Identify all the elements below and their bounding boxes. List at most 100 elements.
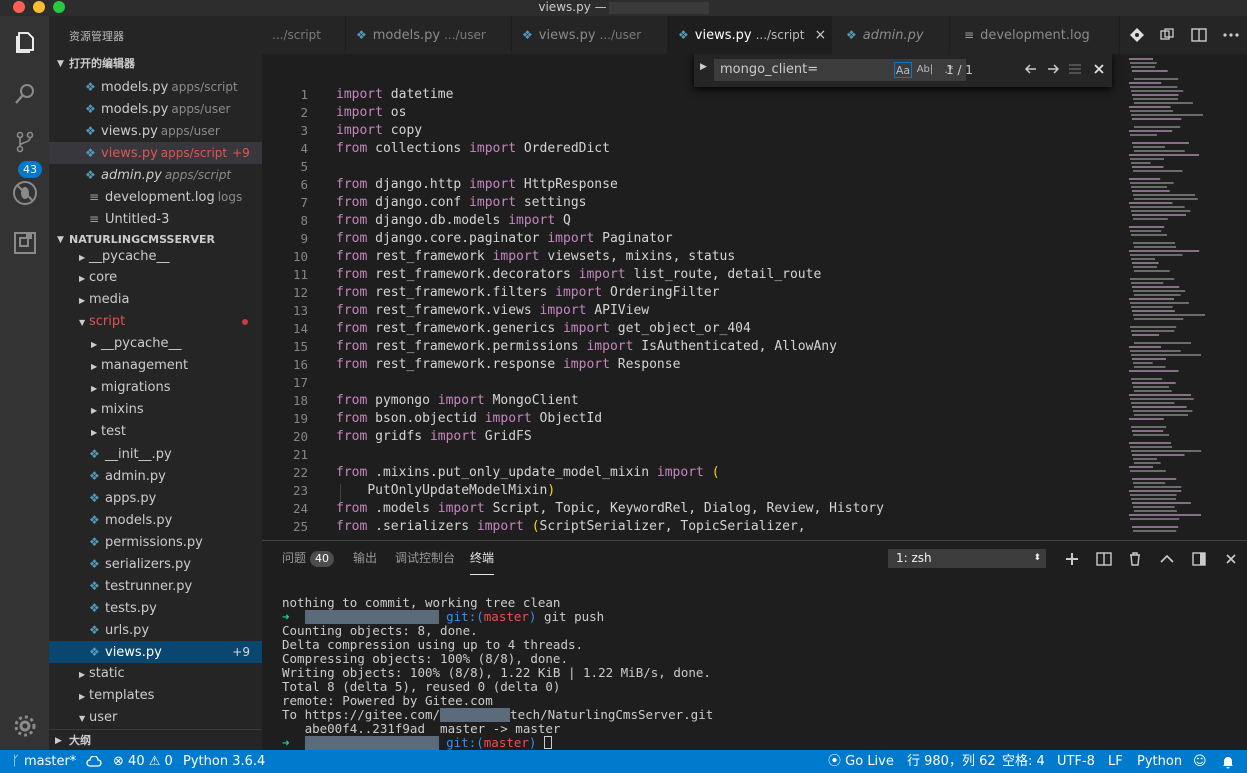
open-changes-icon[interactable]	[1156, 24, 1178, 46]
tree-folder[interactable]: ▼ user	[49, 707, 262, 729]
tab-admin[interactable]: ❖ admin.py	[832, 16, 950, 54]
tab-script[interactable]: .../script	[262, 16, 346, 54]
tree-file[interactable]: ❖ urls.py	[49, 619, 262, 641]
open-editor-item[interactable]: ≡ development.log logs	[49, 186, 262, 208]
tree-folder[interactable]: ▶ core	[49, 267, 262, 289]
close-find-icon[interactable]	[1093, 63, 1105, 79]
minimap-line	[1133, 218, 1168, 220]
tree-folder-script[interactable]: ▼ script	[49, 311, 262, 333]
tree-folder[interactable]: ▶ __pycache__	[49, 246, 262, 268]
minimap-line	[1134, 318, 1184, 320]
language-mode[interactable]: Python	[1137, 750, 1182, 773]
tab-output[interactable]: 输出	[353, 541, 377, 575]
new-terminal-icon[interactable]	[1062, 549, 1082, 569]
encoding[interactable]: UTF-8	[1057, 750, 1095, 773]
tree-folder[interactable]: ▶ management	[49, 355, 262, 377]
debug-icon[interactable]	[0, 171, 49, 215]
activity-bar: 43	[0, 16, 49, 750]
tree-file[interactable]: ❖ permissions.py	[49, 531, 262, 553]
kill-terminal-icon[interactable]	[1125, 549, 1145, 569]
previous-match-icon[interactable]	[1024, 62, 1038, 80]
line-number: 1	[300, 87, 308, 102]
source-control-icon[interactable]	[0, 120, 49, 164]
minimap-line	[1130, 158, 1164, 160]
open-editor-item[interactable]: ❖ views.py apps/user	[49, 120, 262, 142]
match-case-toggle[interactable]: Aa	[894, 62, 912, 78]
split-editor-icon[interactable]	[1188, 24, 1210, 46]
panel-position-icon[interactable]	[1189, 549, 1209, 569]
tree-folder[interactable]: ▶ mixins	[49, 399, 262, 421]
match-word-toggle[interactable]: Ab|	[916, 62, 934, 78]
code-line: from rest_framework.permissions import I…	[336, 339, 837, 354]
split-terminal-icon[interactable]	[1094, 549, 1114, 569]
tab-terminal[interactable]: 终端	[470, 541, 495, 575]
tab-problems[interactable]: 问题 40	[282, 541, 335, 575]
close-tab-icon[interactable]: ×	[815, 27, 827, 43]
open-editor-item[interactable]: ❖ models.py apps/script	[49, 76, 262, 98]
minimap-line	[1131, 450, 1202, 452]
tree-file[interactable]: ❖ models.py	[49, 509, 262, 531]
settings-gear-icon[interactable]	[0, 704, 49, 748]
minimap-line	[1131, 426, 1167, 428]
outline-header[interactable]: ▶ 大纲	[49, 729, 262, 750]
minimap-line	[1129, 466, 1153, 468]
title-bar: views.py —	[0, 0, 1247, 16]
minimap-line	[1132, 118, 1182, 120]
maximize-panel-icon[interactable]	[1157, 549, 1177, 569]
minimap[interactable]	[1125, 54, 1235, 540]
toggle-replace-icon[interactable]: ▶	[700, 62, 707, 72]
tree-folder[interactable]: ▶ test	[49, 421, 262, 443]
tab-development-log[interactable]: ≡ development.log	[950, 16, 1120, 54]
open-editor-item[interactable]: ≡ Untitled-3	[49, 208, 262, 230]
tree-file[interactable]: ❖ admin.py	[49, 465, 262, 487]
feedback-smiley-icon[interactable]: ☺	[1193, 750, 1207, 773]
branch-indicator[interactable]: ᚴ master*	[12, 750, 76, 773]
tree-file[interactable]: ❖ __init__.py	[49, 443, 262, 465]
next-match-icon[interactable]	[1046, 62, 1060, 80]
more-actions-icon[interactable]	[1220, 24, 1242, 46]
find-in-selection-icon[interactable]	[1068, 63, 1082, 79]
code-editor[interactable]: 1 import datetime 2 import os 3 import copy 4 f…	[262, 54, 1247, 540]
open-editor-item-active[interactable]: ❖ views.py apps/script +9	[49, 142, 262, 164]
minimap-line	[1129, 490, 1182, 492]
minimap-line	[1134, 366, 1166, 368]
explorer-icon[interactable]	[0, 20, 49, 64]
tree-file[interactable]: ❖ apps.py	[49, 487, 262, 509]
tree-file[interactable]: ❖ tests.py	[49, 597, 262, 619]
tab-views-user[interactable]: ❖ views.py .../user	[512, 16, 668, 54]
tree-folder[interactable]: ▶ static	[49, 663, 262, 685]
search-icon[interactable]	[0, 72, 49, 116]
problems-indicator[interactable]: ⊗ 40 ⚠ 0	[113, 750, 173, 773]
tree-file[interactable]: ❖ testrunner.py	[49, 575, 262, 597]
python-interpreter[interactable]: Python 3.6.4	[183, 750, 265, 773]
tab-debug-console[interactable]: 调试控制台	[395, 541, 455, 575]
line-number: 16	[292, 357, 308, 372]
git-compare-icon[interactable]	[1126, 24, 1148, 46]
code-line: from pymongo import MongoClient	[336, 393, 579, 408]
cursor-position[interactable]: 行 980，列 62	[907, 750, 996, 773]
open-editors-header[interactable]: ▼ 打开的编辑器	[49, 53, 262, 75]
open-editor-item[interactable]: ❖ admin.py apps/script	[49, 164, 262, 186]
tree-folder[interactable]: ▶ migrations	[49, 377, 262, 399]
tree-folder[interactable]: ▶ templates	[49, 685, 262, 707]
tree-file[interactable]: ❖ serializers.py	[49, 553, 262, 575]
notifications-bell-icon[interactable]	[1221, 750, 1235, 773]
tree-folder[interactable]: ▶ __pycache__	[49, 333, 262, 355]
go-live-button[interactable]: ⦿ Go Live	[828, 750, 894, 773]
sync-icon[interactable]	[86, 750, 102, 773]
terminal-selector[interactable]: 1: zsh ⬍	[888, 549, 1046, 568]
tree-folder[interactable]: ▶ media	[49, 289, 262, 311]
minimap-line	[1129, 250, 1200, 252]
indentation[interactable]: 空格: 4	[1002, 750, 1045, 773]
minimap-line	[1132, 454, 1185, 456]
line-ending[interactable]: LF	[1108, 750, 1123, 773]
bottom-panel: 问题 40 输出 调试控制台 终端 1: zsh ⬍ nothing to comm…	[262, 540, 1247, 750]
tab-views-script[interactable]: ❖ views.py .../script ×	[668, 16, 832, 54]
tree-file-active[interactable]: ❖ views.py +9	[49, 641, 262, 663]
open-editor-item[interactable]: ❖ models.py apps/user	[49, 98, 262, 120]
find-input[interactable]: mongo_client= Aa Ab| .*	[714, 59, 966, 81]
tab-models-user[interactable]: ❖ models.py .../user	[346, 16, 512, 54]
extensions-icon[interactable]	[0, 221, 49, 265]
close-panel-icon[interactable]	[1221, 549, 1241, 569]
minimap-line	[1133, 482, 1166, 484]
